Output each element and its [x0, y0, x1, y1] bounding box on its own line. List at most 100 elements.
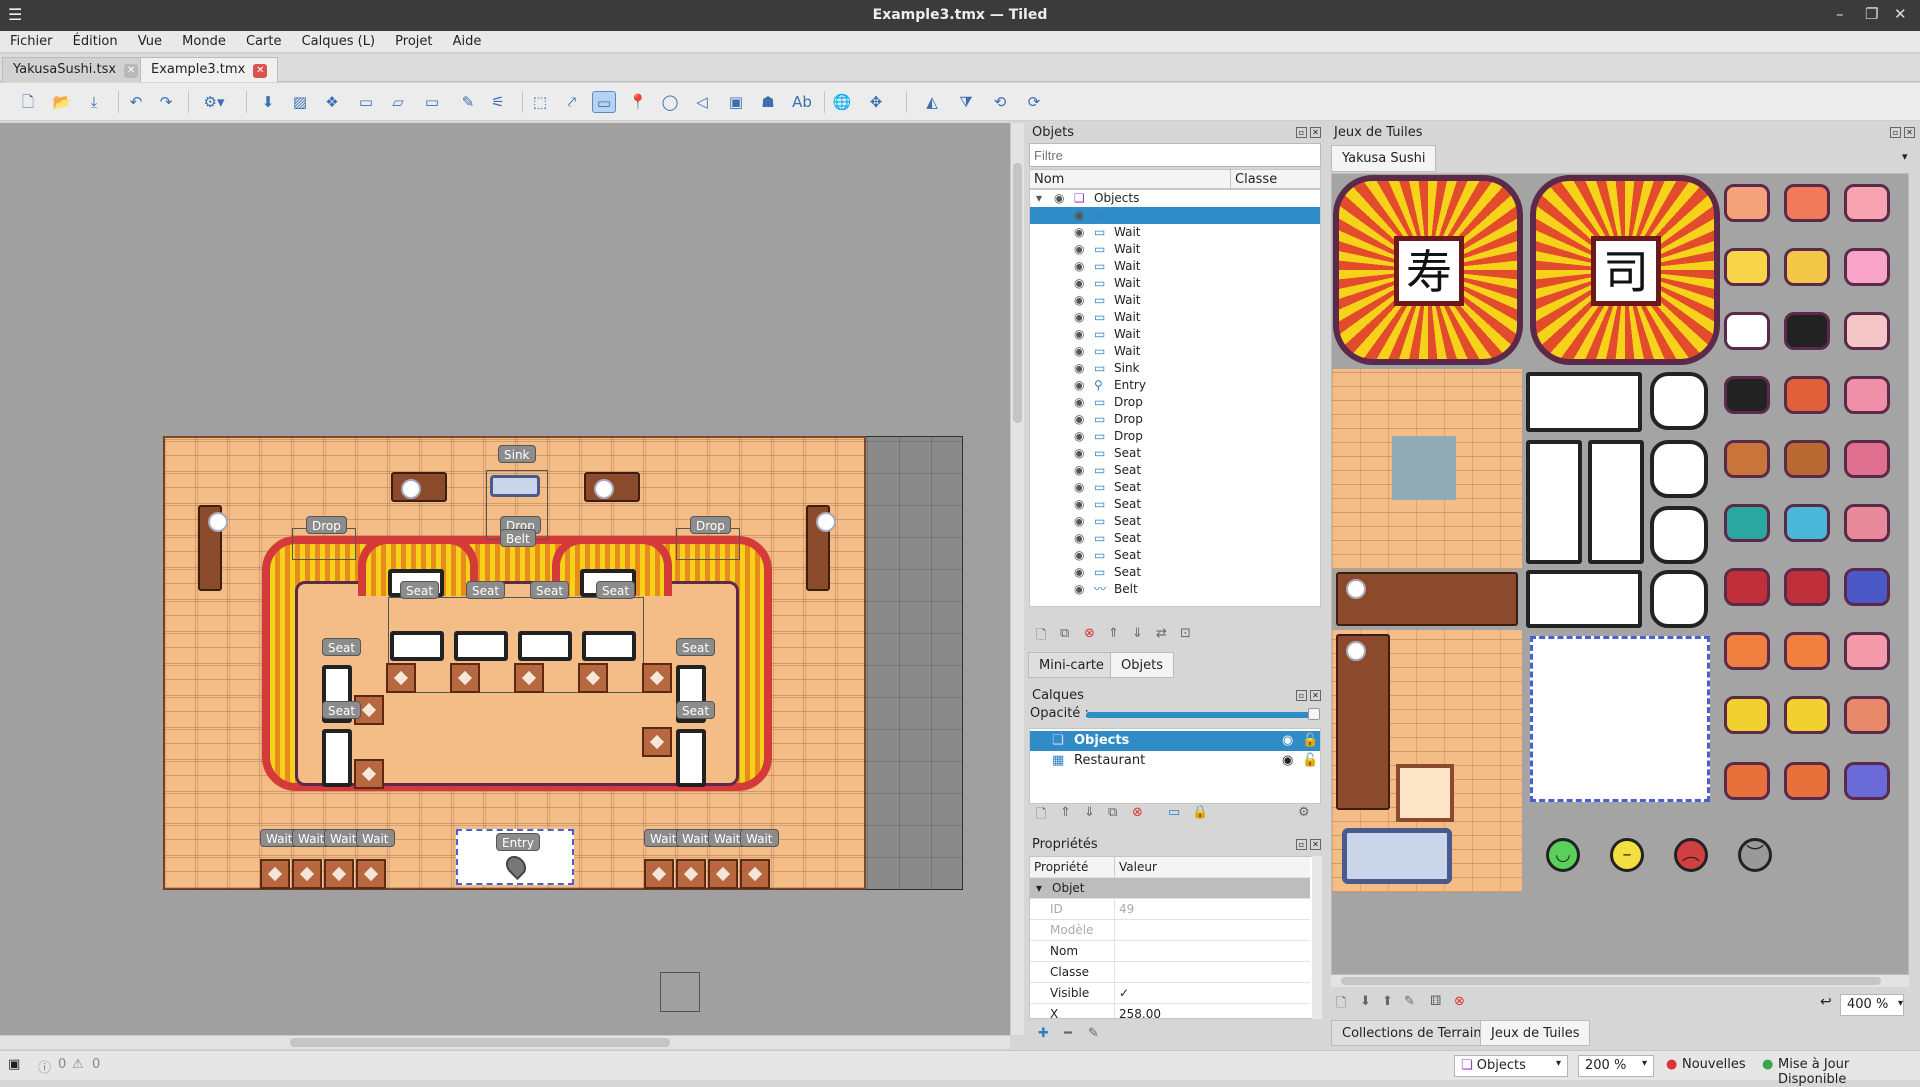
rotate-right-icon[interactable]: ⟳ — [1022, 91, 1046, 113]
property-value[interactable]: 49 — [1114, 899, 1310, 920]
property-value[interactable] — [1114, 962, 1310, 983]
object-filter-input[interactable] — [1029, 143, 1321, 167]
property-value[interactable]: 258.00 — [1114, 1004, 1310, 1018]
eye-icon[interactable]: ◉ — [1074, 411, 1084, 428]
menu-carte[interactable]: Carte — [236, 31, 287, 49]
layer-row-restaurant[interactable]: ▦ Restaurant ◉ 🔓 — [1030, 751, 1320, 771]
eye-icon[interactable]: ◉ — [1074, 309, 1084, 326]
news-icon[interactable]: ● — [1666, 1057, 1677, 1072]
eye-icon[interactable]: ◉ — [1074, 428, 1084, 445]
flip-vertical-icon[interactable]: ⧩ — [954, 91, 978, 113]
tileset-menu-icon[interactable]: ▾ — [1902, 150, 1908, 163]
eye-icon[interactable]: ◉ — [1074, 258, 1084, 275]
object-row[interactable]: ◉ ▭ Wait — [1030, 326, 1320, 343]
object-row[interactable]: ◉ ▭ Drop — [1030, 411, 1320, 428]
show-hide-layers-icon[interactable]: ▭ — [1168, 805, 1180, 820]
rotate-left-icon[interactable]: ⟲ — [988, 91, 1012, 113]
object-row[interactable]: ◉ ▭ Seat — [1030, 445, 1320, 462]
menu-monde[interactable]: Monde — [172, 31, 232, 49]
raise-object-icon[interactable]: ⇑ — [1108, 626, 1119, 641]
random-mode-icon[interactable]: ⚅ — [1430, 994, 1441, 1009]
col-class[interactable]: Classe — [1230, 170, 1277, 188]
property-row[interactable]: Nom — [1030, 941, 1310, 962]
insert-tile-icon[interactable]: ▣ — [724, 91, 748, 113]
fill-tool-icon[interactable]: ▱ — [386, 91, 410, 113]
property-group-row[interactable]: ▾ Objet — [1030, 878, 1310, 899]
insert-rectangle-icon[interactable]: ▭ — [592, 91, 616, 113]
object-row[interactable]: ◉ ▭ Wait — [1030, 343, 1320, 360]
eye-icon[interactable]: ◉ — [1074, 292, 1084, 309]
remove-tileset-icon[interactable]: ⊗ — [1454, 994, 1465, 1009]
empty-object[interactable] — [660, 972, 700, 1012]
property-row[interactable]: Modèle — [1030, 920, 1310, 941]
magic-wand-icon[interactable]: ⚟ — [486, 91, 510, 113]
object-row[interactable]: ◉ ▭ Seat — [1030, 513, 1320, 530]
close-panel-icon[interactable]: ✕ — [1310, 127, 1321, 138]
object-row[interactable]: ◉ ▭ Sink — [1030, 360, 1320, 377]
object-row[interactable]: ◉ ▭ Drop — [1030, 394, 1320, 411]
col-name[interactable]: Nom — [1034, 172, 1064, 187]
object-row[interactable]: ◉ ▭ Seat — [1030, 530, 1320, 547]
menu-vue[interactable]: Vue — [128, 31, 168, 49]
terrain-brush-icon[interactable]: ▨ — [288, 91, 312, 113]
float-panel-icon[interactable]: ▫ — [1890, 127, 1901, 138]
insert-polygon-icon[interactable]: ◁ — [690, 91, 714, 113]
insert-point-icon[interactable]: 📍 — [626, 91, 650, 113]
object-properties-icon[interactable]: ⊡ — [1180, 626, 1191, 641]
objects-tree[interactable]: ▾ ◉ ❏ Objects ◉ ▭ ◉ ▭ Wait ◉ ▭ Wait ◉ ▭ Wait ◉ ▭ Wait ◉ ▭ W… — [1029, 189, 1321, 607]
tab-example3[interactable]: Example3.tmx ✕ — [140, 57, 279, 82]
property-row[interactable]: Classe — [1030, 962, 1310, 983]
new-tileset-icon[interactable]: 🗋 — [1336, 994, 1346, 1016]
object-row[interactable]: ◉ 〰 Belt — [1030, 581, 1320, 598]
eye-icon[interactable]: ◉ — [1074, 445, 1084, 462]
lock-icon[interactable]: 🔓 — [1302, 751, 1318, 771]
chevron-down-icon[interactable]: ▾ — [1898, 998, 1903, 1009]
tileset-view[interactable]: 寿 司 ◡ – ︵ ︶ — [1331, 173, 1909, 975]
object-row[interactable]: ◉ ▭ Seat — [1030, 479, 1320, 496]
object-row[interactable]: ◉ ▭ Wait — [1030, 224, 1320, 241]
layer-row-objects[interactable]: ❏ Objects ◉ 🔓 — [1030, 731, 1320, 751]
insert-ellipse-icon[interactable]: ◯ — [658, 91, 682, 113]
tileset-tab-yakusa-sushi[interactable]: Yakusa Sushi — [1331, 145, 1437, 172]
object-row[interactable]: ◉ ▭ Wait — [1030, 241, 1320, 258]
object-layer-row[interactable]: ▾ ◉ ❏ Objects — [1030, 190, 1320, 207]
new-file-icon[interactable]: 🗋 — [16, 91, 40, 113]
edit-polygons-icon[interactable]: ⤤ — [560, 91, 584, 113]
export-tileset-icon[interactable]: ⬆ — [1382, 994, 1393, 1009]
lower-object-icon[interactable]: ⇓ — [1132, 626, 1143, 641]
remove-layer-icon[interactable]: ⊗ — [1132, 805, 1143, 820]
object-row[interactable]: ◉ ▭ Seat — [1030, 564, 1320, 581]
close-icon[interactable]: ✕ — [1894, 5, 1907, 23]
tab-tilesets[interactable]: Jeux de Tuiles — [1480, 1020, 1591, 1046]
eye-icon[interactable]: ◉ — [1074, 394, 1084, 411]
dynamic-wrap-icon[interactable]: ↩ — [1820, 994, 1832, 1010]
object-row[interactable]: ◉ ▭ Seat — [1030, 496, 1320, 513]
eye-icon[interactable]: ◉ — [1074, 360, 1084, 377]
world-tool-icon[interactable]: 🌐 — [830, 91, 854, 113]
eraser-icon[interactable]: ▭ — [420, 91, 444, 113]
lower-layer-icon[interactable]: ⇓ — [1084, 805, 1095, 820]
undo-icon[interactable]: ↶ — [124, 91, 148, 113]
insert-template-icon[interactable]: ☗ — [756, 91, 780, 113]
eye-icon[interactable]: ◉ — [1074, 564, 1084, 581]
eye-icon[interactable]: ◉ — [1282, 751, 1293, 771]
close-panel-icon[interactable]: ✕ — [1904, 127, 1915, 138]
eye-icon[interactable]: ◉ — [1074, 530, 1084, 547]
property-value[interactable] — [1114, 941, 1310, 962]
tab-minimap[interactable]: Mini-carte — [1028, 652, 1115, 678]
maximize-icon[interactable]: ❐ — [1865, 5, 1878, 23]
select-objects-icon[interactable]: ⬚ — [528, 91, 552, 113]
object-row[interactable]: ◉ ▭ Drop — [1030, 428, 1320, 445]
eye-icon[interactable]: ◉ — [1074, 326, 1084, 343]
warning-icon[interactable]: ⚠ — [72, 1057, 84, 1072]
menu-aide[interactable]: Aide — [443, 31, 488, 49]
object-row[interactable]: ◉ ▭ Wait — [1030, 258, 1320, 275]
eye-icon[interactable]: ◉ — [1074, 241, 1084, 258]
object-row[interactable]: ◉ ▭ Wait — [1030, 309, 1320, 326]
update-link[interactable]: Mise à Jour Disponible — [1778, 1057, 1920, 1087]
close-tab-icon[interactable]: ✕ — [253, 64, 268, 78]
eye-icon[interactable]: ◉ — [1074, 547, 1084, 564]
remove-property-icon[interactable]: ━ — [1064, 1026, 1072, 1041]
close-tab-icon[interactable]: ✕ — [124, 64, 139, 78]
layer-options-icon[interactable]: ⚙ — [1298, 805, 1310, 820]
